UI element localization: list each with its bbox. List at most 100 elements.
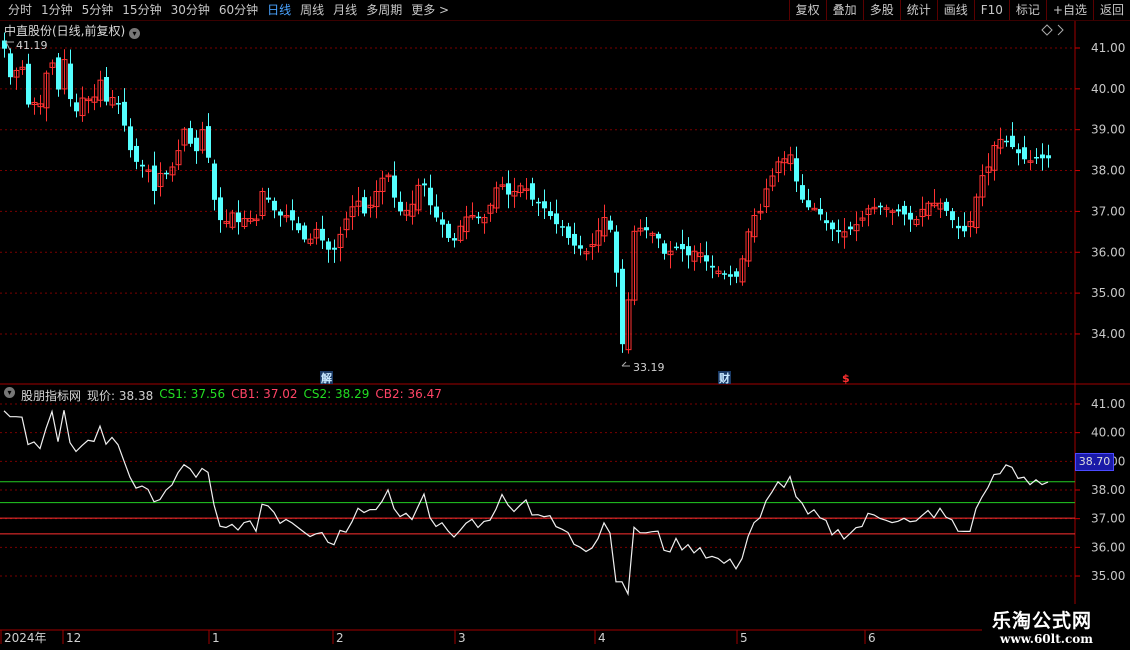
candle-body [134, 145, 139, 162]
candle-body [674, 246, 679, 249]
indicator-legend: ▾ 股朋指标网 现价: 38.38 CS1: 37.56 CB1: 37.02 CS2… [4, 387, 442, 404]
candle-body [56, 57, 61, 90]
toolbar-button-5[interactable]: F10 [973, 0, 1009, 20]
candle-body [728, 274, 733, 277]
candle-body [680, 243, 685, 250]
toolbar-button-2[interactable]: 多股 [862, 0, 900, 20]
candle-body [566, 226, 571, 238]
candle-body [116, 103, 121, 105]
indicator-value-0: 现价: 38.38 [87, 389, 154, 403]
toolbar-buttons: 复权 叠加 多股 统计 画线 F10 标记 +自选 返回 [788, 0, 1130, 20]
indicator-value-1: CS1: 37.56 [159, 387, 226, 401]
candle-body [944, 201, 949, 211]
main-tick-label: 40.00 [1091, 82, 1125, 96]
main-tick-label: 39.00 [1091, 123, 1125, 137]
indicator-value-4: CB2: 36.47 [375, 387, 442, 401]
candle-body [572, 233, 577, 246]
candle-body [1016, 149, 1021, 154]
candle-body [422, 183, 427, 186]
candle-body [548, 211, 553, 216]
toolbar-button-1[interactable]: 叠加 [825, 0, 863, 20]
x-axis-label-4: 3 [458, 631, 466, 645]
candle-body [1046, 155, 1051, 159]
low-label: 33.19 [633, 361, 665, 374]
period-tab-7[interactable]: 周线 [296, 0, 329, 20]
candle-body [392, 175, 397, 198]
period-tab-5[interactable]: 60分钟 [215, 0, 263, 20]
candle-body [278, 211, 283, 216]
toolbar-button-4[interactable]: 画线 [936, 0, 974, 20]
candle-body [74, 102, 79, 112]
candle-body [68, 63, 73, 100]
toolbar-button-8[interactable]: 返回 [1092, 0, 1130, 20]
candle-body [164, 172, 169, 175]
x-axis-label-2: 1 [212, 631, 220, 645]
low-marker-icon [621, 361, 630, 367]
chart-canvas[interactable]: 41.00 40.00 39.00 38.00 37.00 36.00 35.00 34.00… [0, 0, 1130, 650]
candle-body [152, 165, 157, 191]
candle-body [296, 223, 301, 231]
dropdown-icon[interactable]: ▾ [129, 28, 141, 39]
watermark-title: 乐淘公式网 [992, 610, 1093, 632]
event-marker-2: $ [842, 372, 850, 385]
candle-body [554, 213, 559, 225]
toolbar-button-0[interactable]: 复权 [788, 0, 826, 20]
toolbar-button-3[interactable]: 统计 [899, 0, 937, 20]
candle-body [704, 255, 709, 262]
candle-body [806, 200, 811, 208]
period-tab-1[interactable]: 1分钟 [37, 0, 78, 20]
candle-body [128, 126, 133, 151]
x-axis-label-6: 5 [740, 631, 748, 645]
candle-body [644, 227, 649, 231]
candle-body [878, 205, 883, 208]
main-tick-label: 36.00 [1091, 245, 1125, 259]
candle-body [794, 158, 799, 182]
indicator-price-line [3, 409, 1049, 597]
toolbar-button-7[interactable]: +自选 [1045, 0, 1093, 20]
current-value-badge: 38.70 [1075, 453, 1114, 471]
indicator-name[interactable]: 股朋指标网 [21, 387, 81, 404]
collapse-icon[interactable]: ▾ [4, 387, 15, 398]
stock-title[interactable]: 中直股份(日线,前复权) ▾ [4, 22, 141, 39]
main-tick-label: 37.00 [1091, 204, 1125, 218]
x-axis-label-0: 2024年 [4, 631, 47, 645]
candle-body [332, 247, 337, 250]
candle-body [398, 201, 403, 212]
candle-body [656, 233, 661, 239]
period-toolbar: 分时 1分钟 5分钟 15分钟 30分钟 60分钟 日线 周线 月线 多周期 更多 > 复权 叠加 多股… [0, 0, 1130, 21]
event-marker-1: 财 [718, 371, 730, 385]
candle-body [266, 197, 271, 200]
x-axis-label-1: 12 [66, 631, 81, 645]
candle-body [800, 185, 805, 200]
candle-body [290, 210, 295, 221]
indicator-value-2: CB1: 37.02 [231, 387, 298, 401]
indicator-value-3: CS2: 38.29 [303, 387, 370, 401]
candle-body [194, 137, 199, 152]
period-tab-9[interactable]: 多周期 [362, 0, 407, 20]
candle-body [206, 126, 211, 158]
indicator-tick-label: 35.00 [1091, 569, 1125, 583]
toolbar-button-6[interactable]: 标记 [1008, 0, 1046, 20]
period-tab-3[interactable]: 15分钟 [118, 0, 166, 20]
candle-body [452, 238, 457, 241]
period-tab-2[interactable]: 5分钟 [78, 0, 119, 20]
main-tick-label: 35.00 [1091, 286, 1125, 300]
candle-body [1040, 154, 1045, 159]
period-tab-4[interactable]: 30分钟 [167, 0, 215, 20]
period-tab-8[interactable]: 月线 [329, 0, 362, 20]
candle-body [272, 200, 277, 211]
candle-body [1004, 140, 1009, 143]
period-tab-6[interactable]: 日线 [263, 0, 296, 20]
candle-body [608, 220, 613, 230]
diamond-icon [1041, 24, 1053, 36]
candle-body [902, 205, 907, 215]
period-tab-0[interactable]: 分时 [4, 0, 37, 20]
candle-body [620, 268, 625, 345]
candle-body [362, 197, 367, 214]
candle-body [824, 220, 829, 224]
candle-body [578, 245, 583, 249]
x-axis-label-5: 4 [598, 631, 606, 645]
main-tick-label: 41.00 [1091, 41, 1125, 55]
period-tab-10[interactable]: 更多 > [407, 0, 454, 20]
indicator-tick-label: 36.00 [1091, 540, 1125, 554]
